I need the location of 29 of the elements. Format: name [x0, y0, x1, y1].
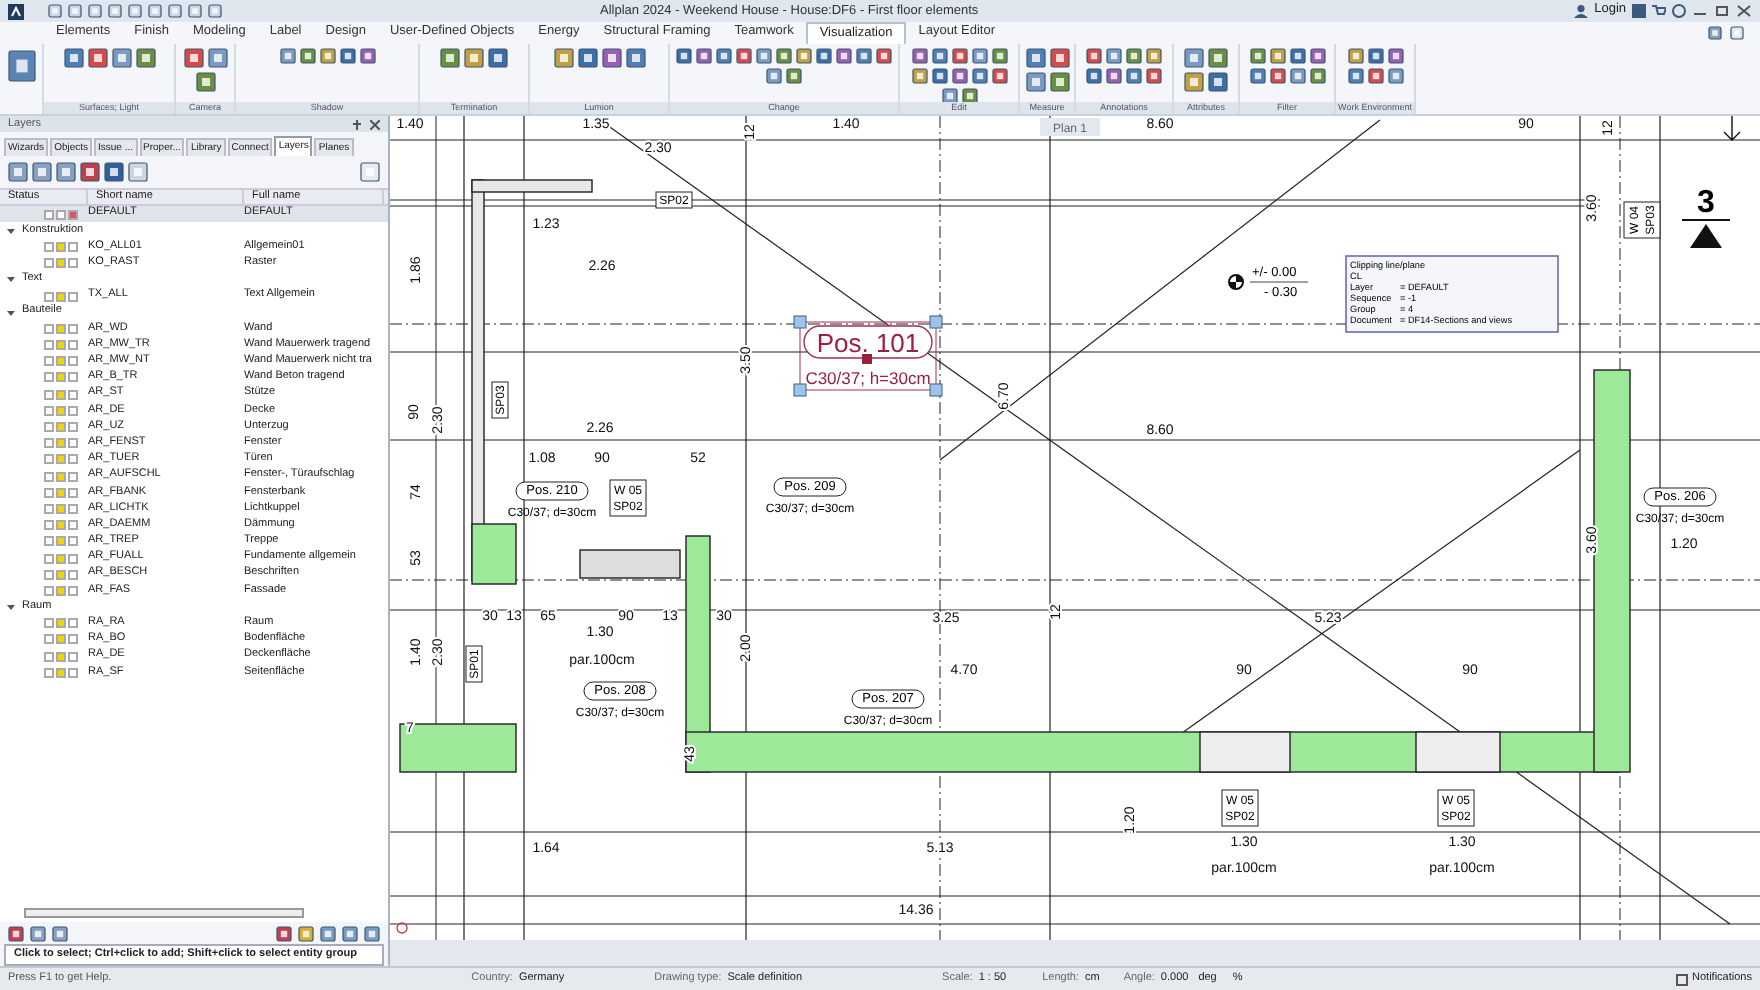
toolbar-icon[interactable]: [961, 88, 977, 102]
wall: [579, 549, 681, 579]
cart-icon[interactable]: [1652, 4, 1666, 18]
caret-icon[interactable]: [6, 307, 16, 318]
insulated-wall: [399, 723, 517, 773]
caret-icon[interactable]: [6, 274, 16, 285]
caret-icon[interactable]: [6, 602, 16, 613]
insulated-wall: [471, 523, 517, 585]
user-icon: [1574, 4, 1589, 18]
close-icon[interactable]: [370, 119, 380, 129]
status-box-icon[interactable]: [68, 209, 78, 220]
window-opening: [1415, 731, 1501, 773]
document-icon[interactable]: [7, 50, 35, 82]
level-marker-icon: [1228, 274, 1244, 290]
caret-icon[interactable]: [6, 225, 16, 236]
gear-icon[interactable]: [1708, 26, 1722, 40]
help-icon[interactable]: [1672, 4, 1686, 18]
maximize-icon[interactable]: [1714, 4, 1730, 18]
search-icon[interactable]: [1730, 26, 1744, 40]
search-icon[interactable]: [360, 162, 380, 182]
selected-position-tag[interactable]: Pos. 101 C30/37; h=30cm: [793, 315, 943, 397]
arrow-icon: [1723, 116, 1741, 141]
toolbar-icon[interactable]: [941, 88, 957, 102]
window-opening: [1199, 731, 1291, 773]
bell-icon: [1676, 973, 1689, 985]
pin-icon[interactable]: [352, 119, 362, 129]
close-icon[interactable]: [1736, 4, 1752, 18]
horizontal-scrollbar[interactable]: [24, 908, 304, 918]
origin-icon: [396, 922, 408, 934]
